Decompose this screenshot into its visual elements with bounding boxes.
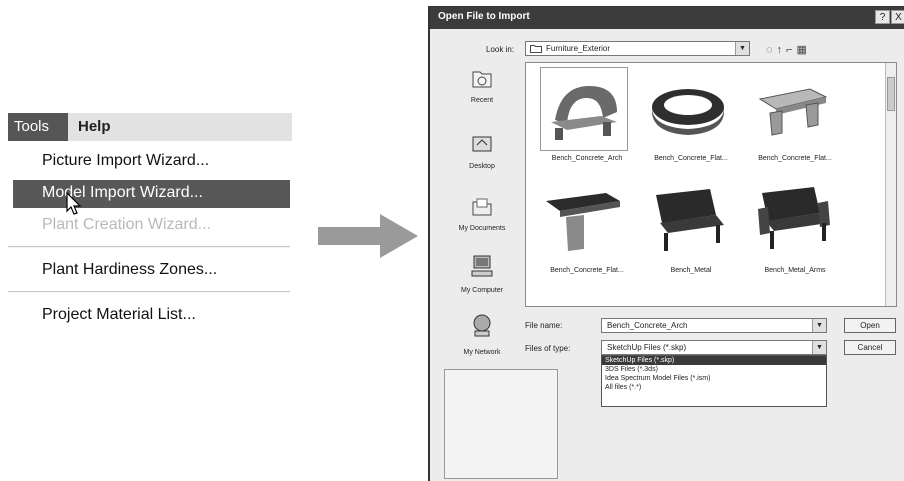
my-documents-icon — [472, 198, 492, 216]
bench-arch-thumbnail — [551, 86, 617, 140]
place-my-documents[interactable]: My Documents — [442, 195, 522, 251]
back-icon[interactable]: ◌ — [766, 44, 777, 56]
place-my-computer[interactable]: My Computer — [442, 253, 522, 309]
file-item[interactable]: Bench_Concrete_Flat... — [532, 179, 642, 279]
file-name-value: Bench_Concrete_Arch — [607, 321, 688, 330]
file-name: Bench_Concrete_Flat... — [654, 155, 728, 162]
bench-curved-thumbnail — [652, 89, 724, 135]
files-of-type-select[interactable]: SketchUp Files (*.skp) ▼ — [601, 340, 827, 355]
recent-folder-icon — [472, 71, 492, 88]
close-button[interactable]: X — [891, 10, 904, 24]
scrollbar-thumb[interactable] — [887, 77, 895, 111]
my-computer-icon — [471, 255, 493, 277]
open-button[interactable]: Open — [844, 318, 896, 333]
file-name: Bench_Concrete_Flat... — [758, 155, 832, 162]
bench-metal-thumbnail — [656, 189, 724, 251]
bench-metal-arms-thumbnail — [758, 187, 830, 249]
files-of-type-label: Files of type: — [525, 344, 571, 353]
menu-bar: Tools Help — [8, 113, 292, 141]
file-item[interactable]: Bench_Metal — [636, 179, 746, 279]
help-button[interactable]: ? — [875, 10, 890, 24]
files-of-type-dropdown: SketchUp Files (*.skp) 3DS Files (*.3ds)… — [601, 355, 827, 407]
menu-tools[interactable]: Tools — [8, 113, 68, 141]
file-item[interactable]: Bench_Metal_Arms — [740, 179, 850, 279]
file-name: Bench_Concrete_Arch — [551, 155, 623, 162]
file-name: Bench_Metal_Arms — [764, 267, 826, 274]
up-folder-icon[interactable]: ↑ — [777, 44, 787, 56]
menu-item-picture-import-wizard[interactable]: Picture Import Wizard... — [42, 152, 209, 170]
place-recent[interactable]: Recent — [442, 67, 522, 123]
file-list-scrollbar[interactable] — [885, 63, 896, 306]
look-in-label: Look in: — [486, 45, 515, 54]
new-folder-icon[interactable]: ⌐ — [786, 44, 796, 56]
file-list: Bench_Concrete_Arch Bench_Concrete_Flat.… — [525, 62, 897, 307]
cancel-button[interactable]: Cancel — [844, 340, 896, 355]
file-name-label: File name: — [525, 321, 563, 330]
view-menu-icon[interactable]: ▦ — [796, 44, 810, 56]
look-in-value: Furniture_Exterior — [546, 44, 611, 53]
desktop-icon — [472, 136, 492, 152]
preview-pane — [444, 369, 558, 479]
menu-item-plant-creation-wizard: Plant Creation Wizard... — [42, 216, 211, 233]
dialog-toolbar: ◌↑⌐▦ — [766, 43, 811, 56]
file-thumbnail — [540, 179, 628, 263]
file-thumbnail — [748, 67, 836, 151]
bench-flat-thumbnail — [758, 88, 828, 136]
folder-icon — [530, 45, 542, 53]
file-thumbnail — [540, 67, 628, 151]
file-name: Bench_Concrete_Flat... — [550, 267, 624, 274]
place-my-network[interactable]: My Network — [442, 313, 522, 359]
file-thumbnail — [644, 179, 732, 263]
bench-flat-dark-thumbnail — [546, 193, 620, 251]
places-bar: Recent Desktop My Documents My Computer … — [442, 63, 522, 359]
type-option[interactable]: 3DS Files (*.3ds) — [602, 365, 826, 374]
my-network-icon — [473, 314, 491, 337]
file-item[interactable]: Bench_Concrete_Flat... — [740, 67, 850, 167]
menu-item-plant-hardiness-zones[interactable]: Plant Hardiness Zones... — [42, 261, 217, 279]
place-desktop[interactable]: Desktop — [442, 133, 522, 189]
file-item[interactable]: Bench_Concrete_Flat... — [636, 67, 746, 167]
type-option[interactable]: All files (*.*) — [602, 383, 826, 392]
file-name-field[interactable]: Bench_Concrete_Arch ▼ — [601, 318, 827, 333]
file-thumbnail — [644, 67, 732, 151]
chevron-down-icon[interactable]: ▼ — [812, 341, 826, 354]
dialog-title-bar: Open File to Import ? X — [430, 7, 904, 29]
menu-item-project-material-list[interactable]: Project Material List... — [42, 306, 196, 324]
menu-separator — [8, 246, 290, 248]
file-name: Bench_Metal — [670, 267, 712, 274]
type-option[interactable]: Idea Spectrum Model Files (*.ism) — [602, 374, 826, 383]
type-option[interactable]: SketchUp Files (*.skp) — [602, 356, 826, 365]
open-file-dialog: Open File to Import ? X Look in: Furnitu… — [428, 6, 904, 481]
menu-help[interactable]: Help — [78, 113, 111, 141]
chevron-down-icon[interactable]: ▼ — [735, 42, 749, 55]
file-item[interactable]: Bench_Concrete_Arch — [532, 67, 642, 167]
look-in-combo[interactable]: Furniture_Exterior ▼ — [525, 41, 750, 56]
dialog-title: Open File to Import — [438, 11, 530, 22]
chevron-down-icon[interactable]: ▼ — [812, 319, 826, 332]
menu-separator — [8, 291, 290, 293]
files-of-type-value: SketchUp Files (*.skp) — [607, 343, 687, 352]
file-thumbnail — [748, 179, 836, 263]
right-arrow-icon — [318, 214, 418, 258]
mouse-cursor-icon — [66, 192, 82, 215]
